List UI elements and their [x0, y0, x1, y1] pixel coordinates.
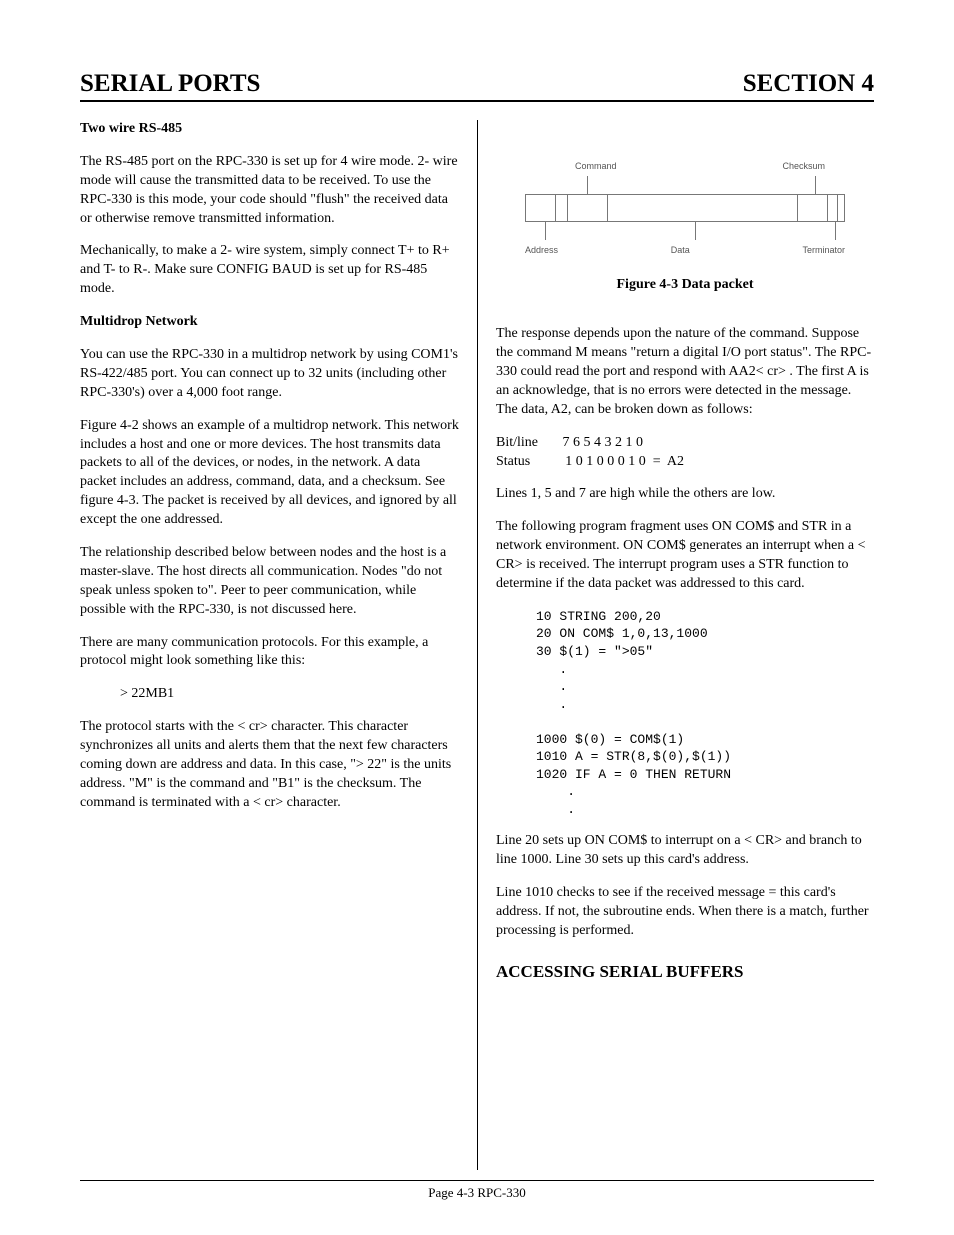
heading-multidrop: Multidrop Network — [80, 313, 459, 332]
para: The relationship described below between… — [80, 544, 459, 620]
para: Lines 1, 5 and 7 are high while the othe… — [496, 485, 874, 504]
para: The response depends upon the nature of … — [496, 325, 874, 419]
figure-caption: Figure 4-3 Data packet — [496, 276, 874, 295]
right-column: Command Checksum — [477, 120, 874, 1170]
para: Line 20 sets up ON COM$ to interrupt on … — [496, 832, 874, 870]
diagram-label-address: Address — [525, 244, 558, 256]
para: Mechanically, to make a 2- wire system, … — [80, 242, 459, 299]
left-column: Two wire RS-485 The RS-485 port on the R… — [80, 120, 477, 1170]
page: SERIAL PORTS SECTION 4 Two wire RS-485 T… — [0, 0, 954, 1235]
header-left: SERIAL PORTS — [80, 70, 260, 98]
para: The following program fragment uses ON C… — [496, 518, 874, 594]
header-right: SECTION 4 — [743, 70, 874, 98]
diagram-label-data: Data — [671, 244, 690, 256]
heading-two-wire: Two wire RS-485 — [80, 120, 459, 139]
para: The protocol starts with the < cr> chara… — [80, 718, 459, 812]
diagram-label-command: Command — [575, 160, 617, 172]
diagram-label-terminator: Terminator — [802, 244, 845, 256]
bit-table: Bit/line 7 6 5 4 3 2 1 0 Status 1 0 1 0 … — [496, 434, 874, 472]
diagram-label-checksum: Checksum — [782, 160, 825, 172]
para: You can use the RPC-330 in a multidrop n… — [80, 346, 459, 403]
para: Line 1010 checks to see if the received … — [496, 884, 874, 941]
code-block: 10 STRING 200,20 20 ON COM$ 1,0,13,1000 … — [536, 608, 874, 819]
packet-row — [525, 194, 845, 222]
protocol-example: > 22MB1 — [120, 685, 459, 704]
page-header: SERIAL PORTS SECTION 4 — [80, 70, 874, 102]
heading-accessing-buffers: ACCESSING SERIAL BUFFERS — [496, 961, 874, 984]
para: Figure 4-2 shows an example of a multidr… — [80, 417, 459, 530]
packet-diagram: Command Checksum — [525, 160, 845, 256]
para: There are many communication protocols. … — [80, 634, 459, 672]
para: The RS-485 port on the RPC-330 is set up… — [80, 153, 459, 229]
page-footer: Page 4-3 RPC-330 — [80, 1185, 874, 1201]
columns: Two wire RS-485 The RS-485 port on the R… — [80, 120, 874, 1170]
footer-rule — [80, 1180, 874, 1181]
